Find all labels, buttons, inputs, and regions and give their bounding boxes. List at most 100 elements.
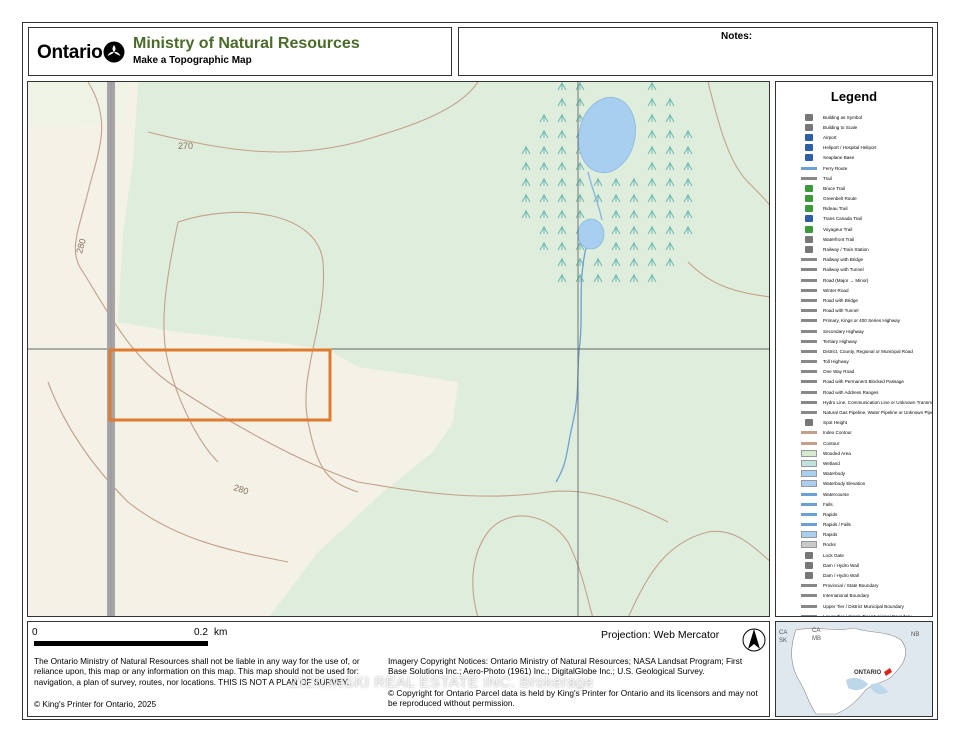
contour-line-icon bbox=[801, 441, 817, 445]
tertiary-highway-line-icon bbox=[801, 339, 817, 343]
lock-gate-icon bbox=[805, 551, 813, 559]
legend-item-label: Railway with Tunnel bbox=[823, 267, 864, 273]
voyageur-icon bbox=[805, 225, 813, 233]
inset-label: MB bbox=[812, 636, 821, 642]
road-tunnel-line-icon bbox=[801, 309, 817, 313]
legend-item-label: Toll Highway bbox=[823, 359, 849, 365]
bruce-trail-icon bbox=[805, 184, 813, 192]
provincial-boundary-line-icon bbox=[801, 584, 817, 588]
winter-road-line-icon bbox=[801, 288, 817, 292]
legend-item-label: Road with Address Ranges bbox=[823, 389, 879, 395]
legend-item-label: Airport bbox=[823, 134, 837, 140]
topographic-map[interactable]: 270 280 280 bbox=[28, 82, 770, 617]
notes-label: Notes: bbox=[721, 31, 753, 42]
projection-label: Projection: Web Mercator bbox=[601, 629, 720, 641]
legend-item-label: Rapids bbox=[823, 532, 838, 538]
map-subtitle: Make a Topographic Map bbox=[133, 55, 252, 66]
legend-item-label: Dam / Hydro Wall bbox=[823, 573, 859, 579]
legend-item: Dam / Hydro Wall bbox=[801, 560, 931, 570]
legend-item: Upper Tier / District Municipal Boundary bbox=[801, 601, 931, 611]
railway-tunnel-line-icon bbox=[801, 268, 817, 272]
copyright-text: © King's Printer for Ontario, 2025 bbox=[34, 699, 157, 709]
legend-item-label: Voyageur Trail bbox=[823, 226, 853, 232]
greenbelt-icon bbox=[805, 195, 813, 203]
building-scale-icon bbox=[805, 123, 813, 131]
heliport-icon bbox=[805, 144, 813, 152]
legend-item-label: Waterbody Elevation bbox=[823, 481, 866, 487]
inset-label: SK bbox=[779, 638, 788, 644]
legend-item-label: Wetland bbox=[823, 460, 840, 466]
legend-item-label: Secondary Highway bbox=[823, 328, 864, 334]
legend-item-label: Ferry Route bbox=[823, 165, 848, 171]
secondary-highway-line-icon bbox=[801, 329, 817, 333]
legend-item: Road with Tunnel bbox=[801, 306, 931, 316]
legend-item: Railway with Tunnel bbox=[801, 265, 931, 275]
legend-item: Voyageur Trail bbox=[801, 224, 931, 234]
rapids-line-icon bbox=[801, 512, 817, 516]
address-range-line-icon bbox=[801, 390, 817, 394]
legend-item-label: Building to Scale bbox=[823, 124, 858, 130]
legend-item: Building to Scale bbox=[801, 122, 931, 132]
legend-item-label: Upper Tier / District Municipal Boundary bbox=[823, 603, 904, 609]
legend-item: Wooded Area bbox=[801, 448, 931, 458]
legend-item: Dam / Hydro Wall bbox=[801, 570, 931, 580]
legend-item: Hydro Line, Communication Line or Unknow… bbox=[801, 397, 933, 407]
trans-canada-icon bbox=[805, 215, 813, 223]
scale-max-label: 0.2 bbox=[194, 627, 208, 638]
legend-panel: Legend Building as Symbol Building to Sca… bbox=[775, 81, 933, 617]
legend-item-label: Primary, Kings or 400 Series Highway bbox=[823, 318, 901, 324]
legend-item: Trans Canada Trail bbox=[801, 214, 931, 224]
inset-label: NB bbox=[911, 632, 920, 638]
dam2-icon bbox=[805, 572, 813, 580]
hydro-line-icon bbox=[801, 400, 817, 404]
legend-item: Tertiary Highway bbox=[801, 336, 931, 346]
legend-item-label: Lower Tier / Single Tier Municipal Bound… bbox=[823, 613, 912, 617]
legend-item: Secondary Highway bbox=[801, 326, 931, 336]
locator-inset-map: CA SK CA MB ONTARIO NB bbox=[775, 621, 933, 717]
legend-item-label: Spot Height bbox=[823, 420, 848, 426]
toll-highway-line-icon bbox=[801, 360, 817, 364]
contour-label: 270 bbox=[178, 141, 193, 151]
legend-item-label: Rocks bbox=[823, 542, 836, 548]
legend-item: Road with Bridge bbox=[801, 295, 931, 305]
legend-item: Building as Symbol bbox=[801, 112, 931, 122]
legend-item-label: Rapids / Falls bbox=[823, 522, 851, 528]
legend-item-label: Railway with Bridge bbox=[823, 257, 864, 263]
legend-item-label: Trail bbox=[823, 175, 832, 181]
legend-item-label: Heliport / Hospital Heliport bbox=[823, 145, 877, 151]
legend-item: Rapids / Falls bbox=[801, 520, 931, 530]
watercourse-line-icon bbox=[801, 492, 817, 496]
legend-item-label: Rapids bbox=[823, 511, 838, 517]
primary-highway-line-icon bbox=[801, 319, 817, 323]
inset-label: ONTARIO bbox=[854, 670, 882, 676]
legend-item-label: Lock Gate bbox=[823, 552, 844, 558]
legend-item-label: International Boundary bbox=[823, 593, 870, 599]
legend-item: Airport bbox=[801, 132, 931, 142]
pipeline-line-icon bbox=[801, 411, 817, 415]
title-block: Ontario Ministry of Natural Resources Ma… bbox=[28, 27, 452, 76]
rapids2-fill-icon bbox=[801, 531, 817, 539]
notes-panel[interactable]: Notes: bbox=[458, 27, 933, 76]
airport-icon bbox=[805, 133, 813, 141]
rapids-falls-line-icon bbox=[801, 523, 817, 527]
legend-item: Primary, Kings or 400 Series Highway bbox=[801, 316, 931, 326]
index-contour-line-icon bbox=[801, 431, 817, 435]
legend-item: Provincial / State Boundary bbox=[801, 581, 931, 591]
building-symbol-icon bbox=[805, 113, 813, 121]
legend-item-label: Road with Permanent Blocked Passage bbox=[823, 379, 904, 385]
falls-line-icon bbox=[801, 502, 817, 506]
map-viewport[interactable]: 270 280 280 bbox=[27, 81, 770, 617]
legend-item: Winter Road bbox=[801, 285, 931, 295]
legend-item: Trail bbox=[801, 173, 931, 183]
international-boundary-line-icon bbox=[801, 594, 817, 598]
legend-item: Index Contour bbox=[801, 428, 931, 438]
scale-unit-label: km bbox=[214, 627, 228, 638]
wetland-fill-icon bbox=[801, 459, 817, 467]
one-way-line-icon bbox=[801, 370, 817, 374]
legend-item-label: Hydro Line, Communication Line or Unknow… bbox=[823, 399, 933, 405]
legend-item-label: Bruce Trail bbox=[823, 185, 845, 191]
legend-item-label: Natural Gas Pipeline, Water Pipeline or … bbox=[823, 410, 933, 416]
waterbody-elevation-fill-icon bbox=[801, 480, 817, 488]
legend-title: Legend bbox=[830, 89, 878, 104]
municipal-road-line-icon bbox=[801, 349, 817, 353]
